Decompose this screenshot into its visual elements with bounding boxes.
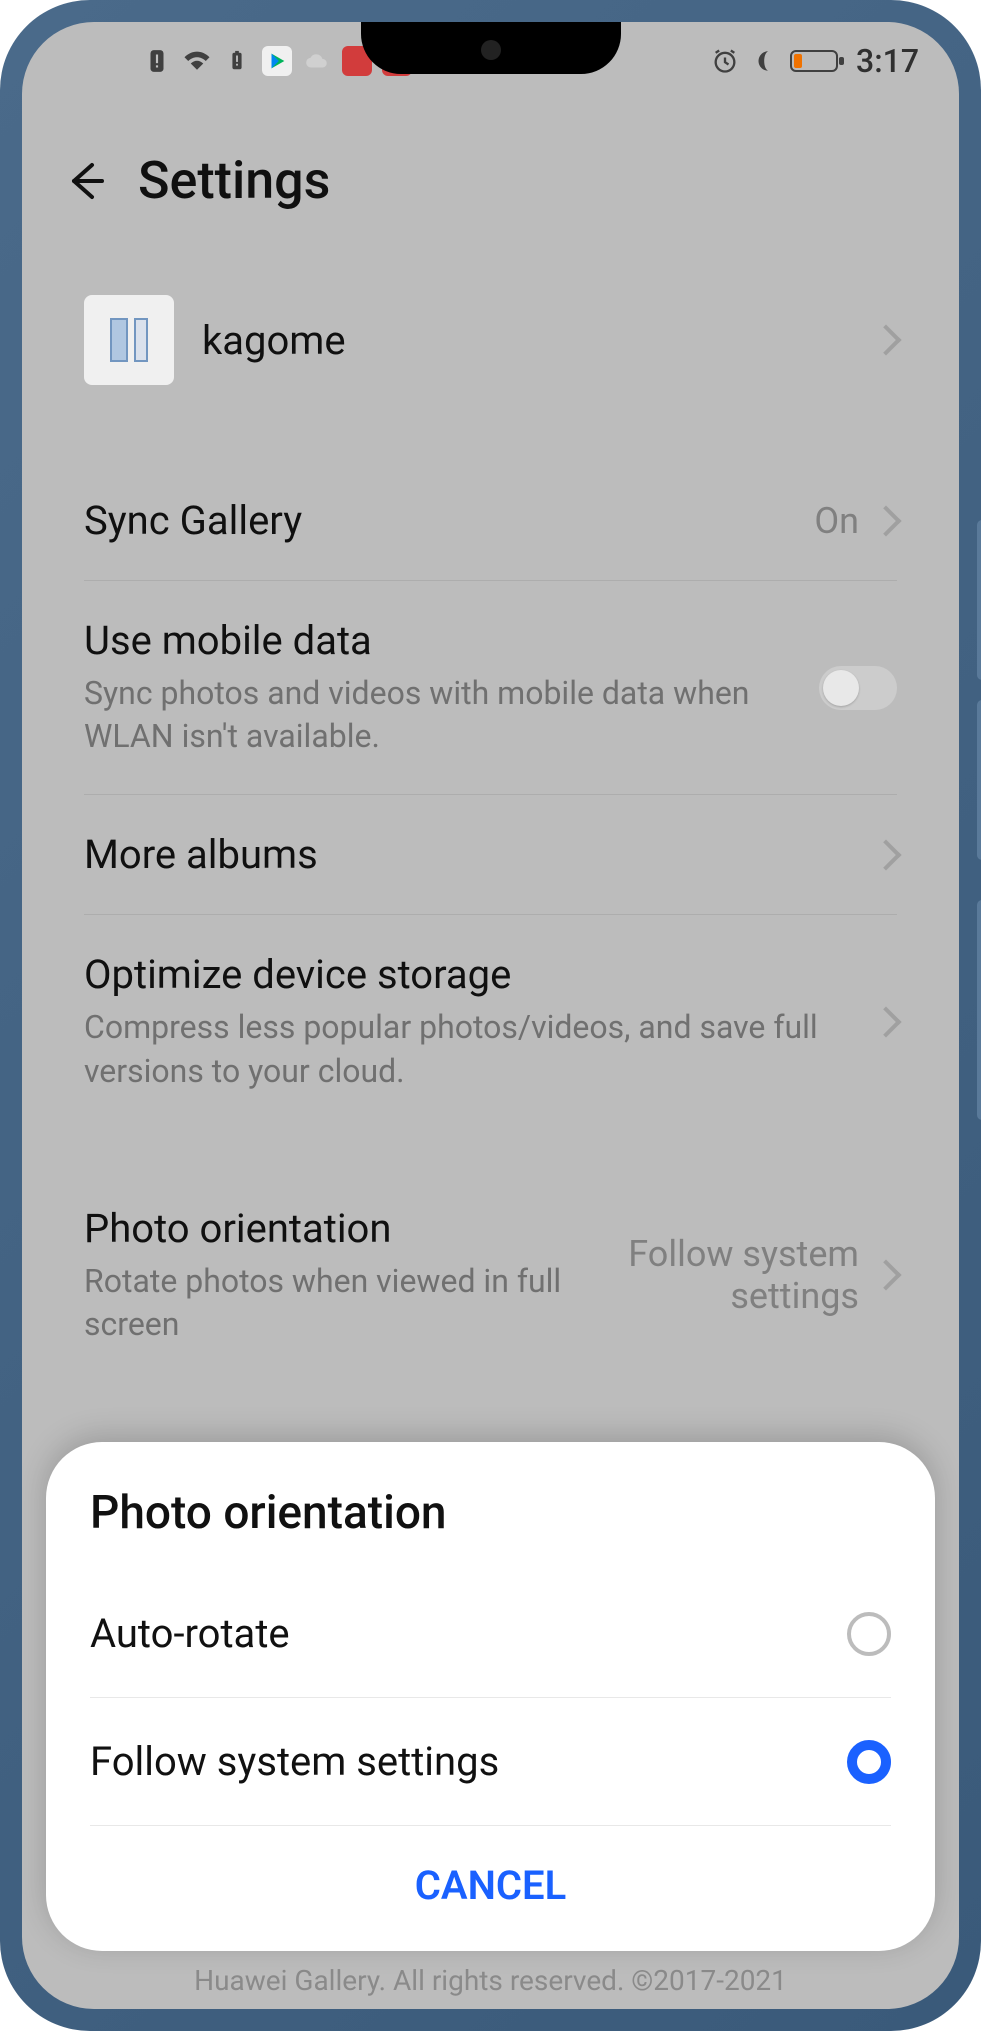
chevron-right-icon (870, 324, 901, 355)
alarm-icon (710, 46, 740, 76)
footer-copyright: Huawei Gallery. All rights reserved. ©20… (22, 1964, 959, 1997)
chevron-right-icon (870, 1007, 901, 1038)
wifi-icon (182, 46, 212, 76)
cloud-icon (302, 46, 332, 76)
profile-avatar (84, 295, 174, 385)
settings-group-sync: Sync Gallery On Use mobile data Sync pho… (50, 461, 931, 1129)
photo-orientation-sheet: Photo orientation Auto-rotate Follow sys… (46, 1442, 935, 1951)
battery-warning-icon (222, 46, 252, 76)
device-screen: 3:17 Settings kagome (22, 22, 959, 2009)
mobile-data-title: Use mobile data (84, 617, 799, 664)
volume-up-button[interactable] (977, 520, 981, 680)
battery-icon (790, 46, 846, 76)
more-albums-row[interactable]: More albums (84, 795, 897, 915)
radio-selected-icon (847, 1740, 891, 1784)
photo-orientation-value: Follow system settings (599, 1233, 859, 1317)
sheet-option-label: Follow system settings (90, 1738, 499, 1785)
sheet-cancel-button[interactable]: CANCEL (90, 1826, 891, 1927)
front-camera (481, 40, 501, 60)
sheet-option-auto-rotate[interactable]: Auto-rotate (90, 1570, 891, 1698)
volume-down-button[interactable] (977, 700, 981, 860)
sync-gallery-value: On (814, 500, 859, 542)
back-button[interactable] (62, 157, 110, 205)
mobile-data-toggle[interactable] (819, 666, 897, 710)
page-title: Settings (138, 150, 330, 211)
status-time: 3:17 (856, 42, 919, 80)
status-right: 3:17 (710, 42, 919, 80)
mobile-data-row: Use mobile data Sync photos and videos w… (84, 581, 897, 795)
chevron-right-icon (870, 839, 901, 870)
mobile-data-sub: Sync photos and videos with mobile data … (84, 672, 799, 758)
sheet-title: Photo orientation (90, 1486, 891, 1540)
header: Settings (22, 100, 959, 251)
optimize-title: Optimize device storage (84, 951, 855, 998)
optimize-sub: Compress less popular photos/videos, and… (84, 1006, 855, 1092)
sheet-option-label: Auto-rotate (90, 1610, 290, 1657)
sync-gallery-row[interactable]: Sync Gallery On (84, 461, 897, 581)
app-icon-1 (262, 46, 292, 76)
chevron-right-icon (870, 1260, 901, 1291)
profile-card: kagome (50, 259, 931, 421)
sync-gallery-title: Sync Gallery (84, 497, 794, 544)
photo-orientation-sub: Rotate photos when viewed in full screen (84, 1260, 579, 1346)
photo-orientation-title: Photo orientation (84, 1205, 579, 1252)
profile-name: kagome (202, 317, 346, 364)
power-button[interactable] (977, 900, 981, 1120)
chevron-right-icon (870, 505, 901, 536)
device-frame: 3:17 Settings kagome (0, 0, 981, 2031)
more-albums-title: More albums (84, 831, 855, 878)
sheet-option-follow-system[interactable]: Follow system settings (90, 1698, 891, 1826)
optimize-storage-row[interactable]: Optimize device storage Compress less po… (84, 915, 897, 1128)
settings-group-display: Photo orientation Rotate photos when vie… (50, 1169, 931, 1382)
profile-row[interactable]: kagome (84, 259, 897, 421)
do-not-disturb-icon (750, 46, 780, 76)
radio-unselected-icon (847, 1612, 891, 1656)
sim-warning-icon (142, 46, 172, 76)
photo-orientation-row[interactable]: Photo orientation Rotate photos when vie… (84, 1169, 897, 1382)
